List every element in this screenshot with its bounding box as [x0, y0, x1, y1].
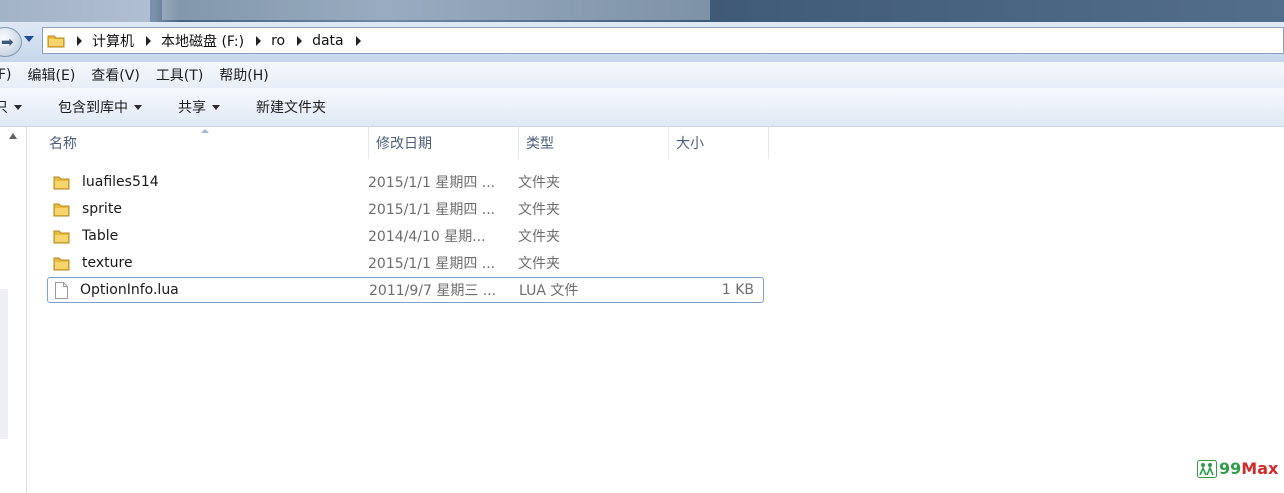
logo-mark-icon: [1197, 459, 1217, 478]
column-size-label: 大小: [676, 136, 704, 152]
organize-label: 只: [0, 100, 8, 116]
column-name-label: 名称: [49, 136, 77, 152]
chevron-down-icon: [134, 104, 142, 110]
file-type: 文件夹: [518, 175, 560, 191]
breadcrumb-data[interactable]: data: [285, 33, 371, 49]
folder-icon: [53, 176, 70, 189]
file-row[interactable]: Table 2014/4/10 星期... 文件夹: [48, 223, 763, 249]
logo-text-max: Max: [1241, 459, 1279, 478]
back-button[interactable]: ➡: [0, 27, 22, 57]
include-in-library-button[interactable]: 包含到库中: [58, 97, 142, 117]
window-title-strip: [0, 0, 1284, 22]
chevron-down-icon: [212, 104, 220, 110]
chevron-right-icon[interactable]: [355, 35, 361, 46]
menu-file[interactable]: F): [0, 67, 12, 83]
include-library-label: 包含到库中: [58, 100, 128, 116]
file-row[interactable]: sprite 2015/1/1 星期四 ... 文件夹: [48, 196, 763, 222]
file-name: luafiles514: [82, 174, 159, 190]
navigation-pane: [0, 127, 27, 493]
folder-icon: [53, 203, 70, 216]
chevron-right-icon[interactable]: [297, 35, 303, 46]
breadcrumb-computer[interactable]: 计算机: [65, 31, 134, 51]
chevron-right-icon[interactable]: [256, 35, 262, 46]
chevron-down-icon: [14, 104, 22, 110]
title-tab-2: [162, 0, 710, 20]
menu-edit[interactable]: 编辑(E): [28, 65, 76, 85]
share-button[interactable]: 共享: [178, 97, 220, 117]
sort-ascending-icon: [201, 129, 209, 133]
column-modified[interactable]: 修改日期: [369, 127, 519, 159]
file-name: Table: [82, 228, 119, 244]
file-modified: 2015/1/1 星期四 ...: [368, 256, 496, 272]
file-size: 1 KB: [721, 282, 754, 298]
column-type-label: 类型: [526, 136, 554, 152]
file-row-selected[interactable]: OptionInfo.lua 2011/9/7 星期三 ... LUA 文件 1…: [47, 277, 764, 303]
folder-icon: [47, 35, 65, 48]
file-row[interactable]: luafiles514 2015/1/1 星期四 ... 文件夹: [48, 169, 763, 195]
column-modified-label: 修改日期: [376, 136, 432, 152]
command-bar: 只 包含到库中 共享 新建文件夹: [0, 88, 1284, 127]
history-dropdown-icon[interactable]: [24, 36, 34, 42]
file-name: texture: [82, 255, 133, 271]
file-name: OptionInfo.lua: [80, 282, 179, 298]
new-folder-button[interactable]: 新建文件夹: [256, 97, 326, 117]
breadcrumb-ro[interactable]: ro: [244, 33, 285, 49]
menu-tools[interactable]: 工具(T): [156, 65, 203, 85]
file-modified: 2015/1/1 星期四 ...: [368, 202, 496, 218]
title-tab-1: [0, 0, 150, 22]
chevron-right-icon[interactable]: [77, 35, 82, 46]
file-name: sprite: [82, 201, 122, 217]
address-bar-area: ➡ 计算机 本地磁盘 (F:) ro data: [0, 22, 1284, 62]
folder-icon: [53, 230, 70, 243]
column-size[interactable]: 大小: [669, 127, 769, 159]
file-type: 文件夹: [518, 202, 560, 218]
breadcrumb-drive[interactable]: 本地磁盘 (F:): [134, 31, 244, 51]
watermark-logo: 99 Max: [1197, 459, 1278, 478]
column-header: 名称 修改日期 类型 大小: [27, 127, 769, 159]
back-arrow-icon: ➡: [1, 33, 14, 51]
scrollbar-track[interactable]: [0, 289, 8, 439]
file-icon: [55, 281, 68, 299]
file-modified: 2015/1/1 星期四 ...: [368, 175, 496, 191]
menu-bar: F) 编辑(E) 查看(V) 工具(T) 帮助(H): [0, 62, 1284, 88]
folder-icon: [53, 257, 70, 270]
chevron-right-icon[interactable]: [146, 35, 151, 46]
menu-view[interactable]: 查看(V): [91, 65, 140, 85]
file-modified: 2011/9/7 星期三 ...: [369, 283, 497, 299]
file-row[interactable]: texture 2015/1/1 星期四 ... 文件夹: [48, 250, 763, 276]
file-modified: 2014/4/10 星期...: [368, 229, 486, 245]
logo-text-number: 99: [1219, 459, 1242, 478]
address-box[interactable]: 计算机 本地磁盘 (F:) ro data: [42, 27, 1284, 54]
new-folder-label: 新建文件夹: [256, 100, 326, 116]
column-type[interactable]: 类型: [519, 127, 669, 159]
organize-button[interactable]: 只: [0, 97, 22, 117]
column-name[interactable]: 名称: [27, 127, 369, 159]
menu-help[interactable]: 帮助(H): [219, 65, 268, 85]
file-type: 文件夹: [518, 256, 560, 272]
share-label: 共享: [178, 100, 206, 116]
scroll-up-icon[interactable]: [9, 133, 17, 139]
file-type: LUA 文件: [519, 283, 579, 299]
file-type: 文件夹: [518, 229, 560, 245]
